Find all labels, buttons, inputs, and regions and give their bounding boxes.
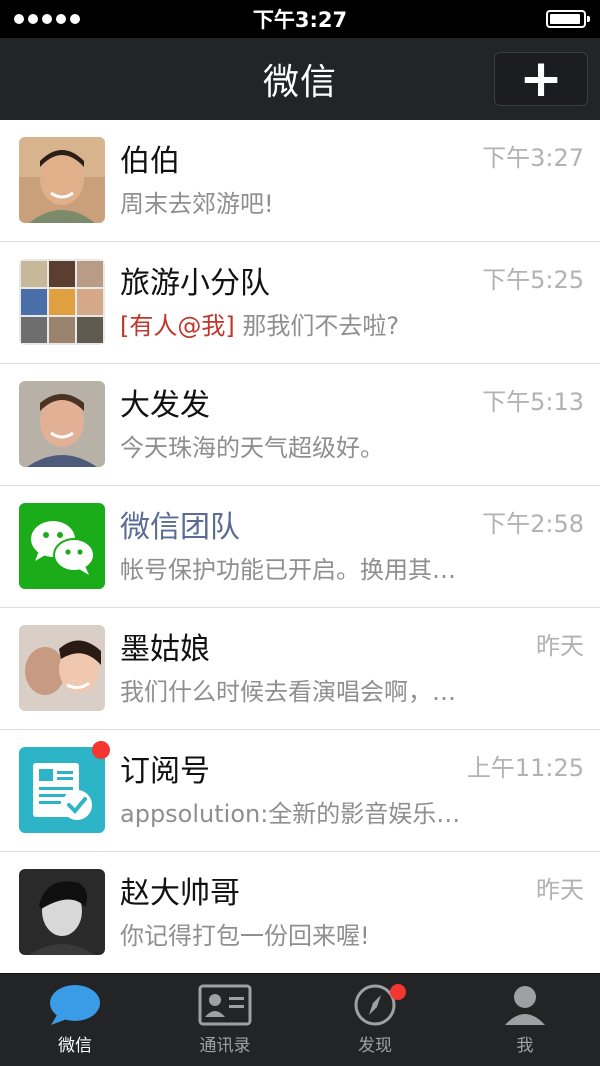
add-button[interactable]: +: [494, 52, 588, 106]
person-icon: [505, 986, 545, 1025]
status-time: 下午3:27: [252, 8, 348, 32]
tab-label: 微信: [58, 1036, 92, 1056]
chat-name: 旅游小分队: [120, 266, 270, 301]
chat-time: 下午5:25: [482, 266, 584, 294]
signal-strength-icon: [14, 14, 80, 24]
chat-name: 大发发: [120, 388, 210, 423]
chat-name: 墨姑娘: [120, 632, 210, 667]
tab-discover[interactable]: 发现: [300, 974, 450, 1066]
chat-item-wechat-team[interactable]: 微信团队 下午2:58 帐号保护功能已开启。换用其…: [0, 486, 600, 608]
avatar: [19, 869, 105, 955]
tab-chats[interactable]: 微信: [0, 974, 150, 1066]
chat-item-dafafa[interactable]: 大发发 下午5:13 今天珠海的天气超级好。: [0, 364, 600, 486]
chat-item-zhao-dashuaige[interactable]: 赵大帅哥 昨天 你记得打包一份回来喔!: [0, 852, 600, 973]
subscription-icon: [19, 747, 105, 833]
mention-tag: [有人@我]: [120, 312, 235, 340]
plus-icon: +: [519, 49, 563, 109]
chat-preview: 今天珠海的天气超级好。: [120, 434, 384, 462]
tab-label: 通讯录: [199, 1036, 251, 1056]
chat-time: 昨天: [536, 632, 584, 660]
discover-badge: [390, 984, 406, 1000]
chat-preview: [有人@我] 那我们不去啦?: [120, 306, 500, 341]
chat-time: 下午3:27: [482, 144, 584, 172]
chat-preview: 你记得打包一份回来喔!: [120, 922, 370, 950]
group-avatar: [19, 259, 105, 345]
chat-preview: appsolution:全新的影音娱乐…: [120, 800, 461, 828]
chat-item-mo-guniang[interactable]: 墨姑娘 昨天 我们什么时候去看演唱会啊，…: [0, 608, 600, 730]
chat-preview: 周末去郊游吧!: [120, 190, 274, 218]
chat-preview: 我们什么时候去看演唱会啊，…: [120, 678, 456, 706]
tab-label: 发现: [358, 1036, 392, 1056]
chat-name: 伯伯: [120, 144, 180, 179]
chat-time: 上午11:25: [466, 754, 584, 782]
chat-name: 订阅号: [120, 754, 210, 789]
wechat-logo-icon: [19, 503, 105, 589]
battery-icon: [546, 10, 590, 28]
tab-label: 我: [516, 1036, 534, 1056]
unread-badge: [92, 741, 110, 759]
chat-time: 下午5:13: [482, 388, 584, 416]
chat-item-bobo[interactable]: 伯伯 下午3:27 周末去郊游吧!: [0, 120, 600, 242]
chat-time: 下午2:58: [482, 510, 584, 538]
tab-bar: 微信 通讯录 发现 我: [0, 973, 600, 1066]
tab-contacts[interactable]: 通讯录: [150, 974, 300, 1066]
chat-preview: 帐号保护功能已开启。换用其…: [120, 556, 456, 584]
avatar: [19, 625, 105, 711]
chat-time: 昨天: [536, 876, 584, 904]
chat-preview-text: 那我们不去啦?: [242, 312, 400, 340]
status-bar: 下午3:27: [0, 0, 600, 38]
contacts-card-icon: [198, 984, 252, 1026]
avatar: [19, 381, 105, 467]
tab-me[interactable]: 我: [450, 974, 600, 1066]
chat-bubble-icon: [50, 985, 100, 1025]
avatar: [19, 137, 105, 223]
nav-bar: 微信 +: [0, 38, 600, 120]
chat-item-subscriptions[interactable]: 订阅号 上午11:25 appsolution:全新的影音娱乐…: [0, 730, 600, 852]
chat-list: 伯伯 下午3:27 周末去郊游吧! 旅游小分队 下午5:25 [有人@我] 那我…: [0, 120, 600, 973]
chat-name: 赵大帅哥: [120, 876, 240, 911]
chat-item-travel-group[interactable]: 旅游小分队 下午5:25 [有人@我] 那我们不去啦?: [0, 242, 600, 364]
page-title: 微信: [262, 62, 337, 103]
chat-name: 微信团队: [120, 510, 240, 545]
